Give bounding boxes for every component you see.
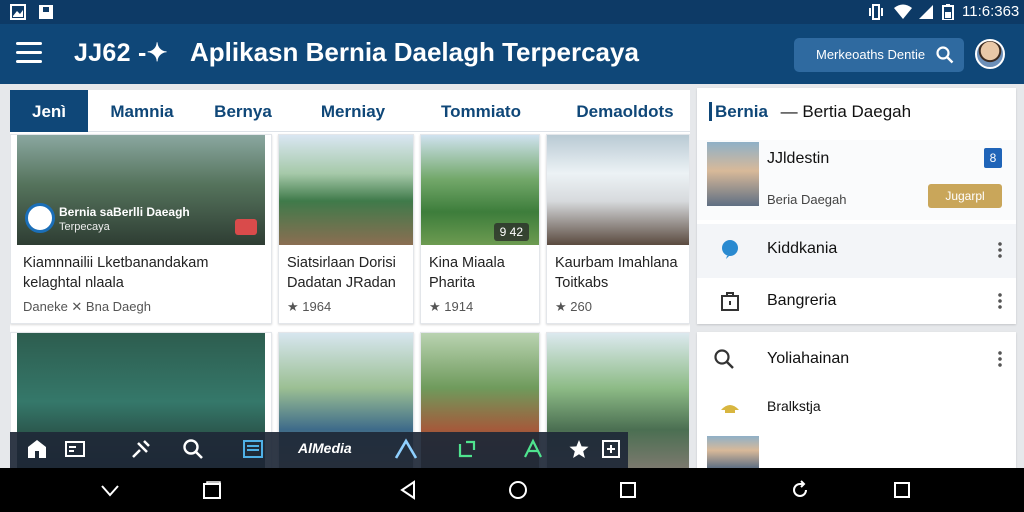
item-label: Yoliahainan bbox=[767, 350, 850, 367]
tab-tommiato[interactable]: Tommiato bbox=[426, 90, 536, 132]
square-icon[interactable] bbox=[892, 480, 912, 500]
home-icon[interactable] bbox=[26, 438, 48, 462]
news-image bbox=[279, 135, 413, 245]
triangle-icon[interactable] bbox=[394, 438, 418, 462]
list-item[interactable]: Kiddkania bbox=[697, 224, 1016, 278]
more-icon[interactable] bbox=[998, 292, 1002, 310]
bag-icon bbox=[721, 292, 739, 311]
item-thumbnail bbox=[707, 142, 759, 206]
star-icon[interactable] bbox=[568, 438, 590, 462]
card-caption: Kaurbam Imahlana Toitkabs bbox=[555, 255, 678, 291]
main-content: Jenì Mamnia Bernya Merniay Tommiato Dema… bbox=[10, 90, 690, 470]
search-field[interactable]: Merkeoaths Dentie bbox=[794, 38, 964, 72]
list-icon[interactable] bbox=[242, 438, 264, 462]
vibrate-icon bbox=[868, 4, 884, 20]
tab-mamnia[interactable]: Mamnia bbox=[102, 90, 182, 132]
record-icon bbox=[235, 219, 257, 235]
news-card[interactable]: Kaurbam Imahlana Toitkabs ★ 260 bbox=[546, 134, 690, 324]
card-meta: ★ 1914 bbox=[429, 299, 474, 314]
news-image bbox=[17, 135, 265, 245]
tab-jeni[interactable]: Jenì bbox=[10, 90, 88, 132]
tab-demaoldots[interactable]: Demaoldots bbox=[570, 90, 680, 132]
gallery-icon bbox=[10, 4, 26, 20]
channel-logo bbox=[25, 203, 55, 233]
wifi-icon bbox=[894, 4, 912, 20]
avatar[interactable] bbox=[975, 39, 1005, 69]
list-item[interactable]: Bralkstja bbox=[697, 388, 1016, 428]
rotate-icon[interactable] bbox=[790, 480, 810, 500]
tab-bernya[interactable]: Bernya bbox=[206, 90, 280, 132]
recent-icon[interactable] bbox=[202, 480, 222, 500]
share-icon[interactable] bbox=[456, 438, 478, 462]
media-label[interactable]: AlMedia bbox=[298, 440, 352, 464]
home-button-icon[interactable] bbox=[508, 480, 528, 500]
more-icon[interactable] bbox=[998, 241, 1002, 259]
search-icon[interactable] bbox=[182, 438, 204, 462]
crop-icon[interactable] bbox=[600, 438, 622, 462]
overlay-title: Bernia saBerlli Daeagh bbox=[59, 205, 190, 219]
item-label: Kiddkania bbox=[767, 240, 838, 257]
bottom-toolbar: AlMedia bbox=[10, 432, 628, 468]
item-label: Bralkstja bbox=[767, 398, 821, 414]
card-meta: ★ 1964 bbox=[287, 299, 332, 314]
item-title: JJldestin bbox=[767, 150, 830, 167]
a-icon[interactable] bbox=[522, 438, 544, 462]
search-icon bbox=[936, 46, 954, 64]
card-caption: Siatsirlaan Dorisi Dadatan JRadan bbox=[287, 255, 396, 291]
duration-badge: 9 42 bbox=[493, 223, 529, 241]
more-icon[interactable] bbox=[998, 350, 1002, 368]
news-card[interactable]: Bernia saBerlli Daeagh Terpecaya Kiamnna… bbox=[10, 134, 272, 324]
card-meta: Daneke ✕ Bna Daegh bbox=[23, 299, 151, 314]
tab-bar: Jenì Mamnia Bernya Merniay Tommiato Dema… bbox=[10, 90, 690, 132]
tab-merniay[interactable]: Merniay bbox=[310, 90, 396, 132]
status-bar: 11:6:363 bbox=[0, 0, 1024, 24]
card-meta: ★ 260 bbox=[555, 299, 592, 314]
item-label: Bangreria bbox=[767, 292, 837, 309]
side-panel: Yoliahainan Bralkstja bbox=[697, 332, 1016, 468]
search-icon bbox=[714, 349, 734, 369]
signal-icon bbox=[918, 4, 934, 20]
news-card[interactable]: Siatsirlaan Dorisi Dadatan JRadan ★ 1964 bbox=[278, 134, 414, 324]
status-time: 11:6:363 bbox=[962, 3, 1020, 20]
chat-icon bbox=[722, 240, 738, 259]
panel-heading: Bernia — Bertia Daegah bbox=[709, 102, 911, 122]
pin-icon[interactable] bbox=[130, 438, 152, 462]
app-bar: JJ62 -✦ Aplikasn Bernia Daelagh Terperca… bbox=[0, 24, 1024, 84]
item-thumbnail bbox=[707, 436, 759, 468]
list-item[interactable]: JJldestin Beria Daegah 8 Jugarpl bbox=[697, 140, 1016, 220]
app-brand: JJ62 -✦ bbox=[74, 39, 168, 67]
count-badge: 8 bbox=[984, 148, 1002, 168]
system-nav-bar bbox=[0, 468, 1024, 512]
page-title: Aplikasn Bernia Daelagh Terpercaya bbox=[190, 37, 639, 67]
battery-icon bbox=[942, 4, 958, 21]
hat-icon bbox=[721, 405, 739, 413]
menu-button[interactable] bbox=[16, 42, 42, 64]
news-image bbox=[547, 135, 689, 245]
card-icon[interactable] bbox=[64, 438, 86, 462]
card-caption: Kina Miaala Pharita bbox=[429, 255, 505, 291]
card-caption: Kiamnnailii Lketbanandakam kelaghtal nla… bbox=[23, 255, 209, 291]
list-item[interactable]: Yoliahainan bbox=[697, 340, 1016, 380]
menu-icon bbox=[16, 42, 42, 45]
back-icon[interactable] bbox=[398, 480, 418, 500]
list-item[interactable]: Bangreria bbox=[697, 280, 1016, 324]
overview-icon[interactable] bbox=[618, 480, 638, 500]
news-card[interactable]: 9 42 Kina Miaala Pharita ★ 1914 bbox=[420, 134, 540, 324]
follow-button[interactable]: Jugarpl bbox=[928, 184, 1002, 208]
search-label: Merkeoaths Dentie bbox=[816, 47, 926, 62]
collapse-icon[interactable] bbox=[100, 480, 120, 500]
item-subtitle: Beria Daegah bbox=[767, 192, 847, 207]
overlay-subtitle: Terpecaya bbox=[59, 221, 110, 233]
side-panel: Bernia — Bertia Daegah JJldestin Beria D… bbox=[697, 88, 1016, 324]
card-icon bbox=[38, 4, 54, 20]
